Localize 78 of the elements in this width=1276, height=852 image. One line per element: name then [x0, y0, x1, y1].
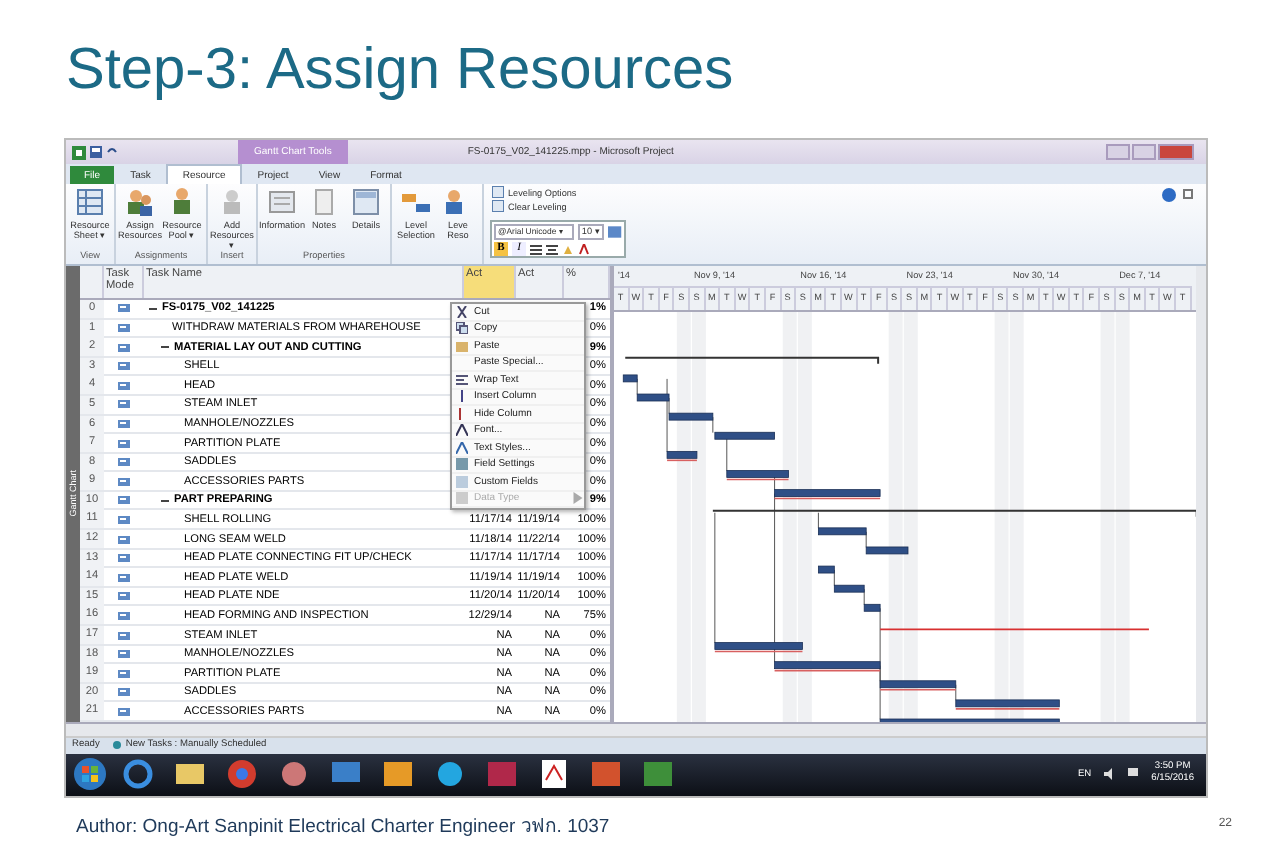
- task-bar: [714, 431, 775, 440]
- baseline-line: [879, 688, 957, 691]
- connector-line: [817, 512, 819, 529]
- fill-color-icon[interactable]: [562, 243, 574, 255]
- task-bar: [955, 699, 1060, 708]
- baseline-line: [773, 669, 881, 672]
- task-bar: [818, 527, 867, 536]
- baseline-line: [955, 707, 1061, 710]
- grid-icon: [456, 475, 468, 488]
- people-icon: [124, 186, 156, 218]
- task-mode-icon: [118, 571, 130, 584]
- align-icon[interactable]: [546, 243, 558, 255]
- task-mode-icon: [118, 609, 130, 622]
- task-mode-icon: [118, 418, 130, 430]
- task-mode-icon: [118, 456, 130, 469]
- slide-title: Step-3: Assign Resources: [66, 37, 734, 103]
- task-mode-icon: [118, 667, 130, 680]
- baseline-line: [773, 497, 881, 500]
- square-icon: [456, 492, 468, 505]
- collapse-icon[interactable]: [160, 495, 170, 506]
- sheet-icon: [74, 186, 106, 218]
- task-bar: [726, 469, 789, 478]
- task-mode-icon: [118, 552, 130, 565]
- task-mode-icon: [118, 533, 130, 546]
- task-bar: [668, 412, 714, 421]
- connector-line: [726, 435, 728, 472]
- task-bar: [666, 450, 698, 459]
- task-mode-icon: [118, 513, 130, 526]
- task-bar: [714, 641, 803, 650]
- horizontal-scrollbar[interactable]: [66, 724, 1206, 738]
- task-mode-icon: [118, 686, 130, 699]
- start-button[interactable]: [72, 756, 108, 793]
- task-mode-icon: [118, 379, 130, 392]
- lines-icon: [456, 373, 468, 386]
- baseline-line: [666, 459, 698, 461]
- align-icon[interactable]: [530, 243, 542, 255]
- task-mode-icon: [118, 475, 130, 488]
- collapse-icon[interactable]: [148, 303, 158, 314]
- clipboard-icon: [456, 339, 468, 352]
- task-mode-icon: [118, 322, 130, 335]
- save-icon[interactable]: [90, 146, 102, 158]
- window-icon: [266, 186, 298, 218]
- square-icon: [456, 458, 468, 471]
- task-mode-icon: [118, 494, 130, 507]
- copy-icon: [456, 322, 468, 335]
- task-bar: [833, 584, 865, 593]
- panel-icon: [350, 186, 382, 218]
- task-mode-icon: [118, 629, 130, 642]
- task-mode-icon: [118, 341, 130, 354]
- connector-line: [712, 416, 714, 433]
- task-mode-icon: [118, 705, 130, 718]
- app-logo-icon[interactable]: [72, 145, 86, 159]
- task-bar: [879, 680, 957, 688]
- connector-line: [714, 512, 716, 644]
- submenu-arrow-icon: [572, 492, 584, 505]
- help-icon[interactable]: [1162, 188, 1176, 202]
- task-bar: [622, 374, 638, 383]
- task-bar: [865, 546, 909, 555]
- task-bar: [818, 565, 835, 574]
- task-mode-icon: [118, 302, 130, 315]
- undo-icon[interactable]: [106, 146, 118, 158]
- baseline-line: [714, 650, 804, 653]
- task-bar: [774, 661, 881, 669]
- baseline-line: [726, 478, 790, 481]
- collapse-icon[interactable]: [160, 342, 170, 353]
- footer-text: Author: Ong-Art Sanpinit Electrical Charter Engineer วฟก. 1037: [76, 813, 612, 839]
- scissors-icon: [456, 305, 468, 318]
- task-bar: [774, 489, 881, 497]
- task-mode-icon: [118, 360, 130, 373]
- task-mode-icon: [118, 398, 130, 411]
- task-bar: [636, 393, 670, 402]
- vertical-scrollbar[interactable]: [1196, 266, 1206, 722]
- speaker-icon[interactable]: [1103, 768, 1116, 781]
- task-mode-icon: [118, 648, 130, 661]
- task-bar: [863, 603, 881, 612]
- task-mode-icon: [118, 437, 130, 450]
- task-mode-icon: [118, 590, 130, 603]
- font-color-icon[interactable]: [578, 243, 590, 255]
